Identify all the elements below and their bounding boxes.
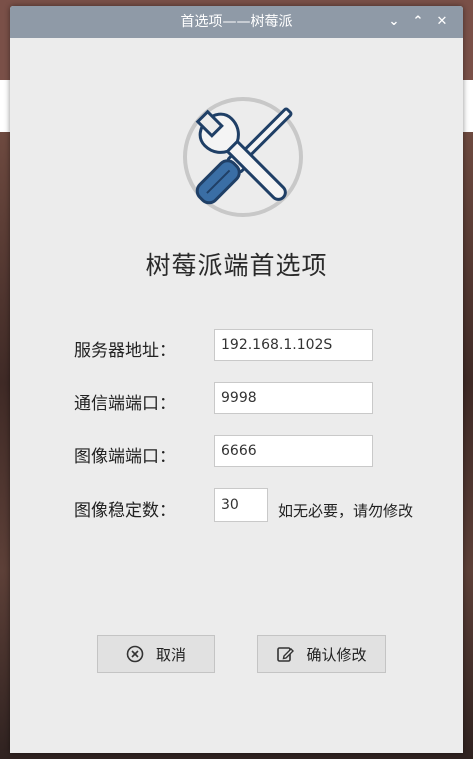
close-button[interactable]: ✕ [431,6,453,38]
image-stable-count-input[interactable] [214,488,268,522]
maximize-button[interactable]: ⌃ [407,6,429,38]
minimize-button[interactable]: ⌄ [383,6,405,38]
image-port-input[interactable] [214,435,373,467]
image-port-label: 图像端端口： [74,447,176,467]
confirm-button[interactable]: 确认修改 [257,635,386,673]
comm-port-label: 通信端端口： [74,394,176,414]
cancel-button-label: 取消 [155,645,186,664]
comm-port-input[interactable] [214,382,373,414]
preferences-dialog: 首选项——树莓派 ⌄ ⌃ ✕ 树莓派端首选项 服务器地址： 通信端端口： 图 [10,6,463,753]
image-stable-count-hint: 如无必要，请勿修改 [278,502,414,520]
confirm-button-label: 确认修改 [306,645,367,664]
cancel-circle-icon [126,645,144,663]
server-address-input[interactable] [214,329,373,361]
server-address-label: 服务器地址： [74,341,176,361]
edit-icon [276,645,295,663]
title-bar[interactable]: 首选项——树莓派 ⌄ ⌃ ✕ [10,6,463,38]
page-heading: 树莓派端首选项 [145,251,328,280]
image-stable-count-label: 图像稳定数： [74,501,176,521]
tools-icon [168,82,318,232]
cancel-button[interactable]: 取消 [97,635,215,673]
